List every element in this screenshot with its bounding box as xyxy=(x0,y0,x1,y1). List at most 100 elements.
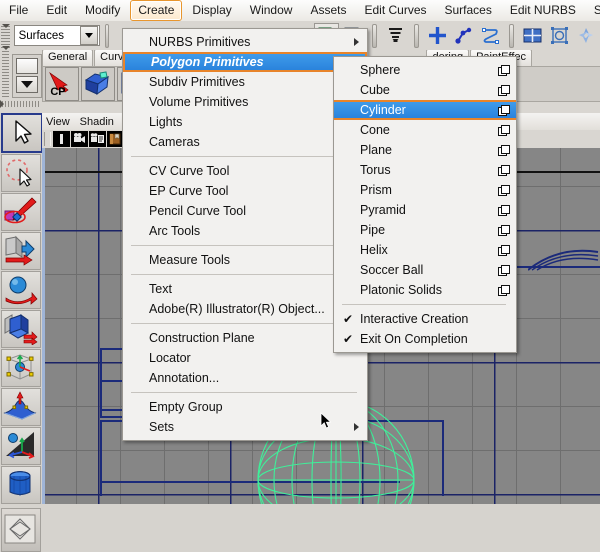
show-manipulator-icon[interactable] xyxy=(574,22,599,49)
cp-curve-icon[interactable]: CP xyxy=(45,67,79,101)
create-menu-item-polygon-primitives[interactable]: Polygon Primitives xyxy=(123,52,367,72)
poly-menu-item-torus[interactable]: Torus xyxy=(334,160,516,180)
rotate-tool[interactable] xyxy=(1,271,41,309)
menu-modify[interactable]: Modify xyxy=(77,0,128,21)
move-tool[interactable] xyxy=(1,232,41,270)
panel-menu-shadin[interactable]: Shadin xyxy=(80,116,114,128)
create-menu-item-cameras[interactable]: Cameras xyxy=(123,132,367,152)
option-box-icon[interactable] xyxy=(498,125,510,136)
option-box-icon[interactable] xyxy=(498,185,510,196)
tool-box xyxy=(0,113,43,552)
poly-menu-item-exit-on-completion[interactable]: ✔ Exit On Completion xyxy=(334,329,516,349)
checkmark-icon: ✔ xyxy=(343,332,354,346)
create-menu-item-volume-primitives[interactable]: Volume Primitives xyxy=(123,92,367,112)
poly-menu-item-soccer-ball[interactable]: Soccer Ball xyxy=(334,260,516,280)
panel-menu-view[interactable]: View xyxy=(46,116,70,128)
menu-item-label: Arc Tools xyxy=(149,224,201,238)
menu-item-label: Cylinder xyxy=(360,103,406,117)
poly-menu-item-prism[interactable]: Prism xyxy=(334,180,516,200)
create-menu-item-nurbs-primitives[interactable]: NURBS Primitives xyxy=(123,32,367,52)
menu-edit[interactable]: Edit xyxy=(38,0,75,21)
option-box-icon[interactable] xyxy=(498,105,510,116)
create-menu-item-annotation[interactable]: Annotation... xyxy=(123,368,367,388)
menu-item-label: Polygon Primitives xyxy=(151,55,264,69)
menu-display[interactable]: Display xyxy=(184,0,239,21)
make-live-icon[interactable] xyxy=(547,22,573,49)
shelf-gripper[interactable] xyxy=(2,46,10,99)
menu-surfaces[interactable]: Surfaces xyxy=(437,0,500,21)
shelf-menu-button[interactable] xyxy=(16,76,38,93)
snap-to-curves-icon[interactable] xyxy=(451,22,477,49)
panel-toolbar-gripper[interactable] xyxy=(44,132,51,146)
create-menu-item-locator[interactable]: Locator xyxy=(123,348,367,368)
option-box-icon[interactable] xyxy=(498,145,510,156)
option-box-icon[interactable] xyxy=(498,205,510,216)
poly-menu-item-pipe[interactable]: Pipe xyxy=(334,220,516,240)
create-menu-item-adobe-r-illustrator-r-object[interactable]: Adobe(R) Illustrator(R) Object... xyxy=(123,299,367,319)
menu-create[interactable]: Create xyxy=(130,0,183,21)
scale-tool[interactable] xyxy=(1,310,41,348)
snap-to-grids-icon[interactable] xyxy=(424,22,450,49)
create-menu-item-arc-tools[interactable]: Arc Tools xyxy=(123,221,367,241)
create-menu-item-construction-plane[interactable]: Construction Plane xyxy=(123,328,367,348)
poly-menu-item-cone[interactable]: Cone xyxy=(334,120,516,140)
create-menu-item-lights[interactable]: Lights xyxy=(123,112,367,132)
snap-to-points-icon[interactable] xyxy=(478,22,504,49)
select-camera-icon[interactable] xyxy=(53,131,70,147)
status-line-divider-3 xyxy=(413,23,419,48)
create-menu-item-ep-curve-tool[interactable]: EP Curve Tool xyxy=(123,181,367,201)
option-box-icon[interactable] xyxy=(498,165,510,176)
create-menu-item-cv-curve-tool[interactable]: CV Curve Tool xyxy=(123,161,367,181)
poly-menu-item-helix[interactable]: Helix xyxy=(334,240,516,260)
camera-attributes-icon[interactable] xyxy=(89,131,106,147)
option-box-icon[interactable] xyxy=(498,225,510,236)
create-menu-item-subdiv-primitives[interactable]: Subdiv Primitives xyxy=(123,72,367,92)
menu-edit-curves[interactable]: Edit Curves xyxy=(356,0,434,21)
menu-subdiv-su[interactable]: Subdiv Su xyxy=(586,0,600,21)
status-line-gripper[interactable] xyxy=(1,23,10,48)
poly-menu-item-cube[interactable]: Cube xyxy=(334,80,516,100)
chevron-down-icon[interactable] xyxy=(79,26,98,45)
menu-file[interactable]: File xyxy=(1,0,36,21)
submenu-arrow-icon xyxy=(354,423,359,431)
poly-menu-item-pyramid[interactable]: Pyramid xyxy=(334,200,516,220)
poly-menu-item-cylinder[interactable]: Cylinder xyxy=(334,100,516,120)
menu-separator xyxy=(131,156,357,157)
menu-assets[interactable]: Assets xyxy=(302,0,354,21)
polygon-primitives-submenu: Sphere Cube Cylinder Cone Plane Torus Prism Pyr… xyxy=(333,56,517,353)
poly-menu-item-sphere[interactable]: Sphere xyxy=(334,60,516,80)
create-menu: NURBS Primitives Polygon Primitives Subdiv… xyxy=(122,28,368,441)
lasso-select-tool[interactable] xyxy=(1,154,41,192)
shelf-swatch[interactable] xyxy=(16,58,38,74)
poly-menu-item-interactive-creation[interactable]: ✔ Interactive Creation xyxy=(334,309,516,329)
menu-set-selector[interactable]: Surfaces xyxy=(13,25,100,46)
select-by-component-type-icon[interactable] xyxy=(382,22,408,49)
paint-select-tool[interactable] xyxy=(1,193,41,231)
menu-item-label: EP Curve Tool xyxy=(149,184,229,198)
quick-layout-four-view[interactable] xyxy=(1,508,41,552)
construction-plane-icon[interactable] xyxy=(520,22,546,49)
shelf-tab-menu-well xyxy=(12,54,42,98)
show-manipulator-tool[interactable] xyxy=(1,427,41,465)
poly-cube-icon[interactable] xyxy=(81,67,115,101)
last-tool-used[interactable] xyxy=(1,466,41,504)
poly-menu-item-plane[interactable]: Plane xyxy=(334,140,516,160)
option-box-icon[interactable] xyxy=(498,265,510,276)
option-box-icon[interactable] xyxy=(498,285,510,296)
poly-menu-item-platonic-solids[interactable]: Platonic Solids xyxy=(334,280,516,300)
create-menu-item-measure-tools[interactable]: Measure Tools xyxy=(123,250,367,270)
option-box-icon[interactable] xyxy=(498,85,510,96)
menu-edit-nurbs[interactable]: Edit NURBS xyxy=(502,0,584,21)
option-box-icon[interactable] xyxy=(498,245,510,256)
soft-modification-tool[interactable] xyxy=(1,388,41,426)
shelf-bottom-gripper[interactable] xyxy=(0,100,40,108)
camera-icon[interactable] xyxy=(71,131,88,147)
menu-window[interactable]: Window xyxy=(242,0,301,21)
create-menu-item-pencil-curve-tool[interactable]: Pencil Curve Tool xyxy=(123,201,367,221)
universal-manipulator-tool[interactable] xyxy=(1,349,41,387)
shelf-tab-general[interactable]: General xyxy=(42,50,94,66)
menu-item-label: Cameras xyxy=(149,135,200,149)
select-tool[interactable] xyxy=(1,113,43,153)
create-menu-item-text[interactable]: Text xyxy=(123,279,367,299)
option-box-icon[interactable] xyxy=(498,65,510,76)
